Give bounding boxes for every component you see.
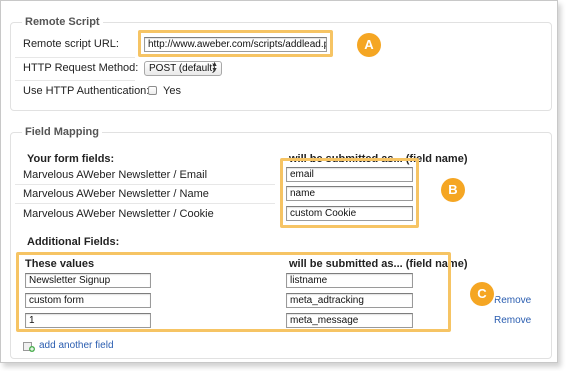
field-mapping-legend: Field Mapping — [22, 126, 102, 138]
http-method-value: POST (default) — [149, 63, 216, 74]
add-another-field-link[interactable]: add another field — [39, 340, 114, 351]
additional-fields-label: Additional Fields: — [27, 236, 120, 248]
form-field-label: Marvelous AWeber Newsletter / Email — [23, 169, 208, 181]
settings-panel: Remote Script Remote script URL: http://… — [0, 0, 558, 363]
divider — [15, 57, 135, 58]
divider — [15, 203, 275, 204]
http-auth-checkbox[interactable] — [148, 86, 157, 95]
callout-c-badge: C — [470, 282, 494, 306]
http-method-select[interactable]: POST (default) ▲ ▼ — [144, 61, 222, 76]
form-field-label: Marvelous AWeber Newsletter / Cookie — [23, 208, 214, 220]
callout-b-badge: B — [441, 178, 465, 202]
remove-link[interactable]: Remove — [494, 295, 531, 306]
remote-script-legend: Remote Script — [22, 16, 103, 28]
your-form-fields-header: Your form fields: — [27, 153, 115, 165]
divider — [15, 80, 135, 81]
callout-a-badge: A — [357, 33, 381, 57]
http-method-label: HTTP Request Method: — [23, 62, 139, 74]
remote-script-url-label: Remote script URL: — [23, 38, 119, 50]
divider — [15, 184, 275, 185]
http-auth-label: Use HTTP Authentication: — [23, 85, 150, 97]
form-field-label: Marvelous AWeber Newsletter / Name — [23, 188, 209, 200]
callout-a-box — [138, 30, 333, 57]
add-field-icon[interactable] — [23, 340, 35, 352]
select-arrows-icon: ▲ ▼ — [211, 61, 218, 74]
callout-c-box — [16, 252, 451, 332]
remove-link[interactable]: Remove — [494, 315, 531, 326]
callout-b-box — [280, 158, 419, 228]
http-auth-option: Yes — [163, 85, 181, 97]
